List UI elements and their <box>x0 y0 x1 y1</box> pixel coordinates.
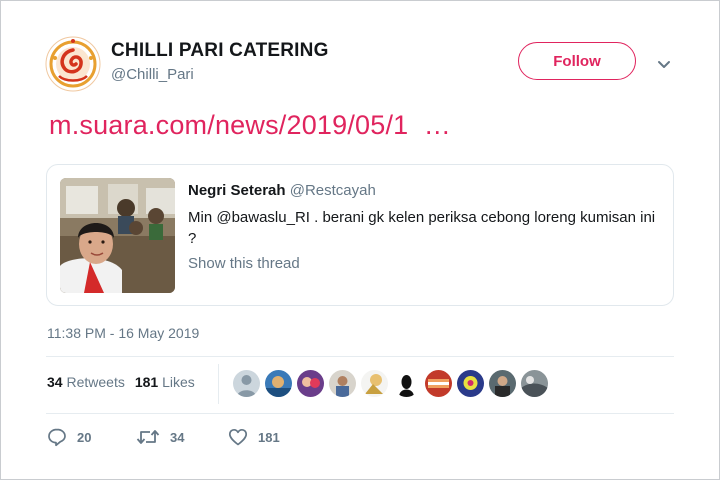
divider <box>46 356 674 357</box>
divider <box>218 364 219 404</box>
retweets-label: Retweets <box>66 374 125 390</box>
quoted-author[interactable]: Negri Seterah @Restcayah <box>188 182 376 199</box>
retweet-count: 34 <box>170 429 185 445</box>
engagement-stats: 34 Retweets 181 Likes <box>47 374 195 390</box>
liker-avatar[interactable] <box>456 369 485 398</box>
quoted-text: Min @bawaslu_RI . berani gk kelen periks… <box>188 209 656 247</box>
liker-avatar[interactable] <box>360 369 389 398</box>
liker-avatar[interactable] <box>392 369 421 398</box>
show-thread-link[interactable]: Show this thread <box>188 255 300 272</box>
reply-count: 20 <box>77 429 92 445</box>
retweet-icon <box>136 430 160 444</box>
account-avatar[interactable] <box>45 36 101 92</box>
liker-avatar[interactable] <box>232 369 261 398</box>
likes-label: Likes <box>162 374 195 390</box>
account-name[interactable]: CHILLI PARI CATERING <box>111 40 329 62</box>
liker-avatar[interactable] <box>264 369 293 398</box>
quoted-author-name[interactable]: Negri Seterah <box>188 182 286 199</box>
tweet-timestamp[interactable]: 11:38 PM - 16 May 2019 <box>47 325 199 341</box>
chilli-pari-logo-icon <box>45 36 101 92</box>
reply-action[interactable]: 20 <box>47 426 91 448</box>
liker-avatar[interactable] <box>296 369 325 398</box>
retweets-stat[interactable]: 34 Retweets <box>47 374 125 390</box>
follow-button[interactable]: Follow <box>518 42 636 80</box>
retweet-action[interactable]: 34 <box>136 426 184 448</box>
liker-avatar[interactable] <box>520 369 549 398</box>
like-action[interactable]: 181 <box>228 426 280 448</box>
liker-avatar[interactable] <box>424 369 453 398</box>
quoted-tweet-image[interactable] <box>60 178 175 293</box>
selfie-photo-icon <box>60 178 175 293</box>
divider <box>46 413 674 414</box>
tweet-link[interactable]: m.suara.com/news/2019/05/1 … <box>49 110 451 141</box>
quoted-author-handle[interactable]: @Restcayah <box>290 182 376 199</box>
chevron-down-icon[interactable] <box>656 56 672 72</box>
likes-count: 181 <box>134 374 159 390</box>
retweets-count: 34 <box>47 374 63 390</box>
likes-stat[interactable]: 181 Likes <box>135 374 195 390</box>
quoted-tweet[interactable]: Negri Seterah @Restcayah Min @bawaslu_RI… <box>46 164 674 306</box>
account-handle[interactable]: @Chilli_Pari <box>111 66 194 83</box>
heart-icon <box>228 428 248 446</box>
like-count: 181 <box>258 429 280 445</box>
liker-avatar[interactable] <box>488 369 517 398</box>
reply-icon <box>48 428 66 447</box>
liker-avatar[interactable] <box>328 369 357 398</box>
